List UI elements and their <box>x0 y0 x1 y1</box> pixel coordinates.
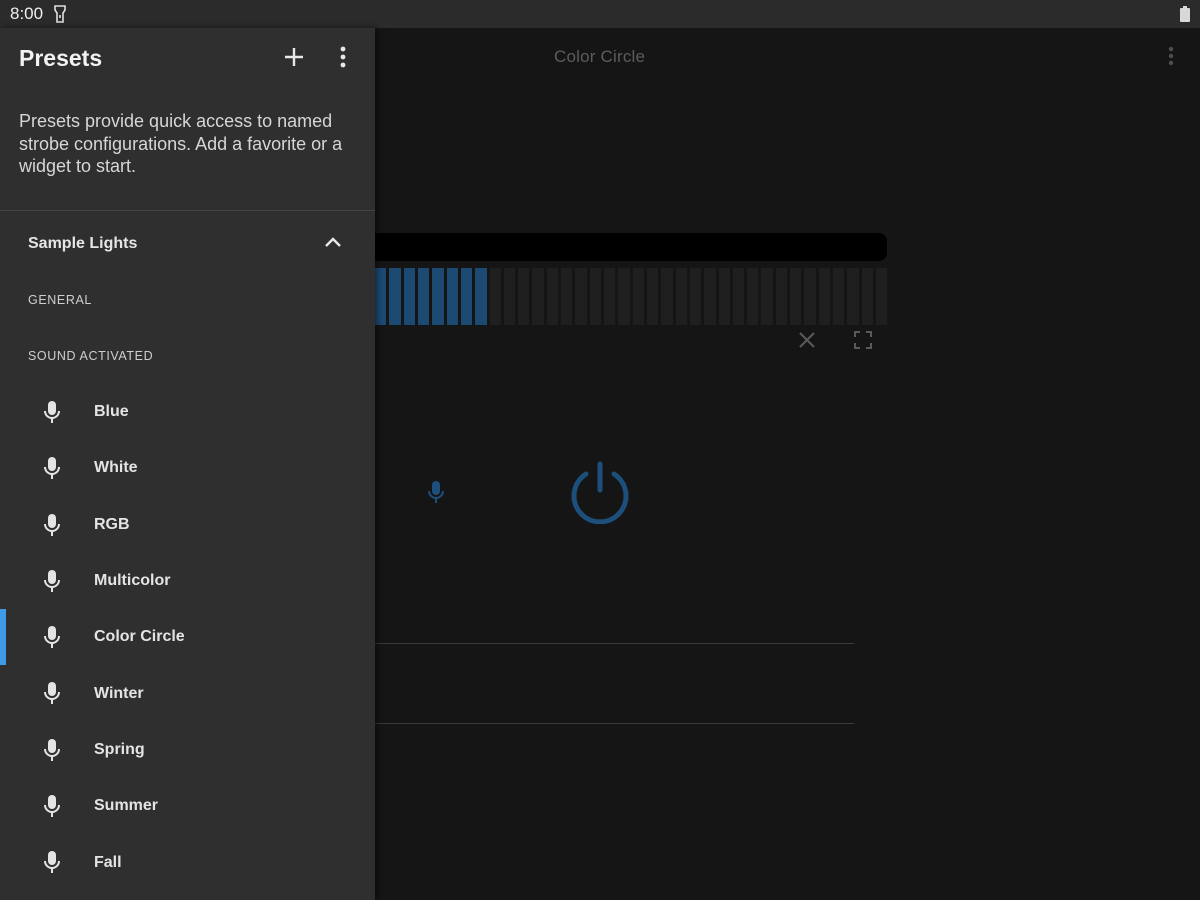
preset-item[interactable]: White <box>0 440 375 496</box>
meter-segment <box>732 268 745 325</box>
presets-drawer: Presets Presets provide quick access to … <box>0 28 375 900</box>
battery-icon <box>1180 6 1190 22</box>
divider <box>375 643 854 644</box>
color-preview-bar <box>375 233 887 261</box>
meter-segment <box>446 268 458 325</box>
close-icon[interactable] <box>798 331 816 354</box>
meter-segment <box>804 268 816 325</box>
preset-item[interactable]: RGB <box>0 497 375 553</box>
preset-item[interactable]: Summer <box>0 778 375 834</box>
meter-segment <box>761 268 773 325</box>
preset-label: Color Circle <box>94 628 185 646</box>
meter-segment <box>646 268 659 325</box>
meter-segment <box>403 268 415 325</box>
meter-segment <box>460 268 473 325</box>
chevron-up-icon <box>322 232 344 259</box>
more-vert-icon[interactable] <box>331 44 355 75</box>
divider <box>375 723 854 724</box>
status-time: 8:00 <box>10 4 44 23</box>
meter-segment <box>417 268 430 325</box>
preset-label: Winter <box>94 684 144 702</box>
flashlight-icon <box>53 5 67 23</box>
meter-segment <box>604 268 616 325</box>
preset-list: Blue White RGB Multicolor Color Circle Winter… <box>0 384 375 891</box>
meter-segment <box>718 268 730 325</box>
mic-icon <box>42 850 62 881</box>
group-header-sample-lights[interactable]: Sample Lights <box>0 216 375 272</box>
plus-icon[interactable] <box>281 44 307 75</box>
power-icon[interactable] <box>568 460 632 529</box>
fullscreen-icon[interactable] <box>854 331 872 354</box>
drawer-description: Presets provide quick access to named st… <box>19 111 343 176</box>
preset-label: RGB <box>94 515 130 533</box>
meter-segment <box>790 268 802 325</box>
sound-level-meter <box>375 268 888 325</box>
meter-segment <box>661 268 673 325</box>
meter-segment <box>833 268 845 325</box>
mic-icon[interactable] <box>426 480 446 511</box>
preset-item[interactable]: Winter <box>0 665 375 721</box>
meter-segment <box>847 268 859 325</box>
meter-segment <box>475 268 487 325</box>
meter-segment <box>689 268 702 325</box>
preset-label: Blue <box>94 403 129 421</box>
divider <box>0 210 375 211</box>
meter-segment <box>818 268 830 325</box>
preset-item[interactable]: Color Circle <box>0 609 375 666</box>
preset-item[interactable]: Spring <box>0 722 375 778</box>
preset-item[interactable]: Multicolor <box>0 553 375 609</box>
meter-segment <box>561 268 573 325</box>
meter-segment <box>489 268 501 325</box>
meter-segment <box>675 268 687 325</box>
meter-segment <box>704 268 716 325</box>
more-vert-icon[interactable] <box>1168 46 1174 71</box>
section-label-sound-activated[interactable]: SOUND ACTIVATED <box>28 349 153 363</box>
status-bar: 8:00 <box>0 0 1200 28</box>
mic-icon <box>42 400 62 431</box>
mic-icon <box>42 513 62 544</box>
meter-segment <box>575 268 587 325</box>
preset-label: White <box>94 459 138 477</box>
preset-label: Spring <box>94 740 145 758</box>
meter-segment <box>432 268 444 325</box>
main-content: Color Circle <box>375 28 1200 900</box>
preset-label: Fall <box>94 853 122 871</box>
mic-icon <box>42 738 62 769</box>
mic-icon <box>42 794 62 825</box>
meter-segment <box>632 268 644 325</box>
meter-segment <box>861 268 873 325</box>
drawer-title: Presets <box>19 45 103 71</box>
mic-icon <box>42 625 62 656</box>
meter-segment <box>618 268 630 325</box>
mic-icon <box>42 569 62 600</box>
preset-label: Summer <box>94 797 159 815</box>
meter-segment <box>875 268 888 325</box>
group-label: Sample Lights <box>28 235 138 252</box>
mic-icon <box>42 681 62 712</box>
selected-indicator <box>0 609 6 666</box>
preset-item[interactable]: Fall <box>0 834 375 890</box>
meter-segment <box>775 268 788 325</box>
section-label-general[interactable]: GENERAL <box>28 293 92 307</box>
preset-item[interactable]: Blue <box>0 384 375 440</box>
meter-segment <box>518 268 530 325</box>
meter-segment <box>389 268 401 325</box>
main-title: Color Circle <box>554 47 646 66</box>
meter-segment <box>747 268 759 325</box>
preset-label: Multicolor <box>94 572 171 590</box>
meter-segment <box>503 268 516 325</box>
meter-segment <box>589 268 601 325</box>
meter-segment <box>546 268 559 325</box>
meter-segment <box>532 268 544 325</box>
meter-segment <box>375 268 387 325</box>
mic-icon <box>42 456 62 487</box>
